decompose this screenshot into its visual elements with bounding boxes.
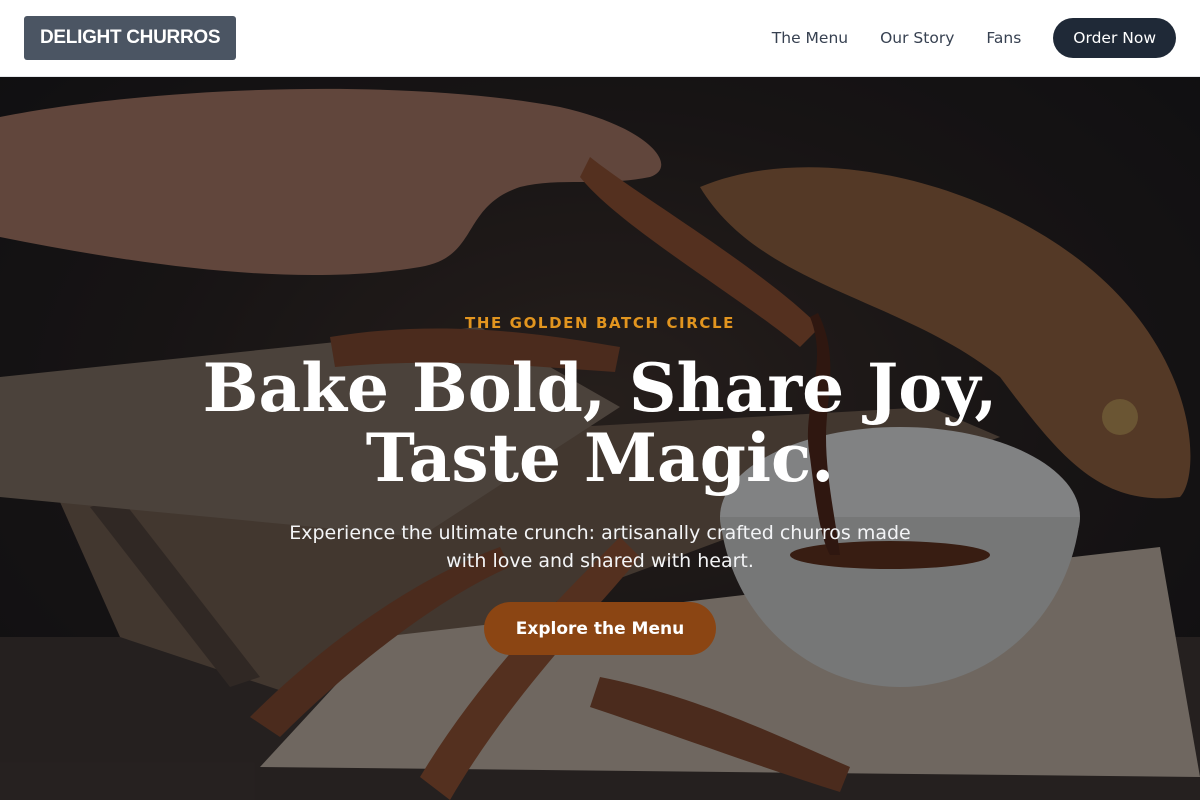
headline-line-2: Taste Magic. xyxy=(365,419,835,497)
order-now-button[interactable]: Order Now xyxy=(1053,18,1176,58)
headline-line-1: Bake Bold, Share Joy, xyxy=(202,349,998,427)
nav-link-our-story[interactable]: Our Story xyxy=(880,29,954,47)
nav-link-menu[interactable]: The Menu xyxy=(772,29,848,47)
hero-headline: Bake Bold, Share Joy, Taste Magic. xyxy=(0,353,1200,493)
hero-eyebrow: THE GOLDEN BATCH CIRCLE xyxy=(465,314,735,332)
main-nav: The Menu Our Story Fans Order Now xyxy=(772,18,1176,58)
brand-logo[interactable]: DELIGHT CHURROS xyxy=(24,16,237,60)
hero-section: THE GOLDEN BATCH CIRCLE Bake Bold, Share… xyxy=(0,77,1200,800)
hero-content: THE GOLDEN BATCH CIRCLE Bake Bold, Share… xyxy=(0,77,1200,800)
explore-menu-button[interactable]: Explore the Menu xyxy=(484,602,716,655)
site-header: DELIGHT CHURROS The Menu Our Story Fans … xyxy=(0,0,1200,77)
nav-link-fans[interactable]: Fans xyxy=(986,29,1021,47)
hero-subtext: Experience the ultimate crunch: artisana… xyxy=(289,522,911,572)
